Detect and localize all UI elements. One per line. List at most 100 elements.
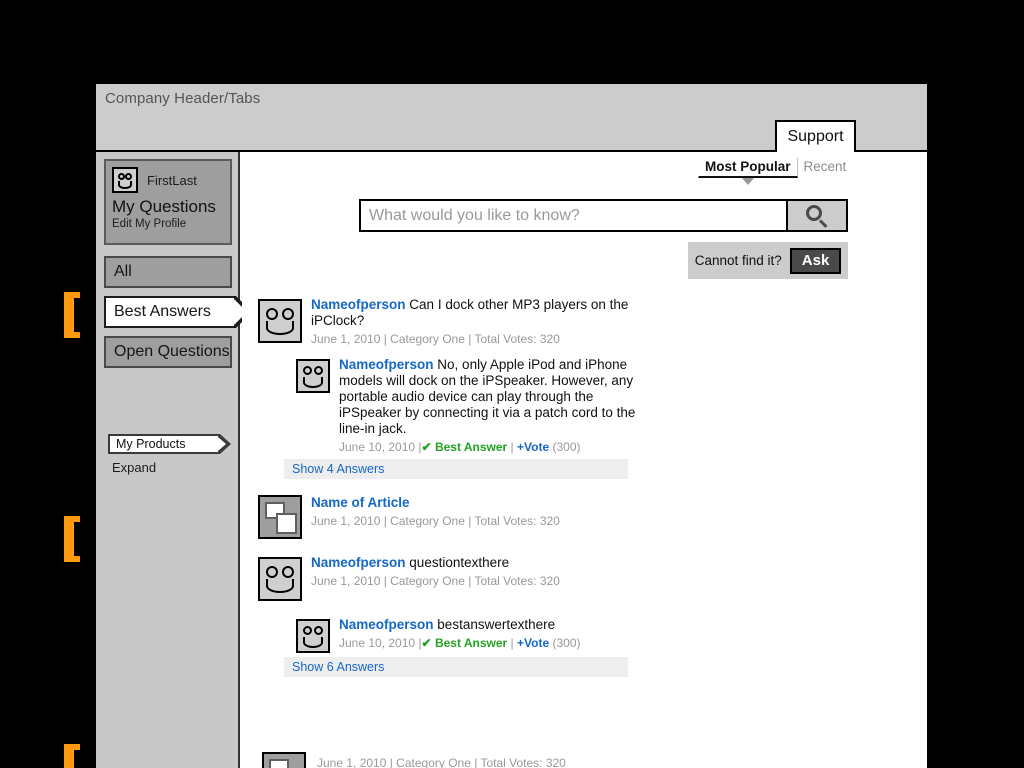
profile-header: FirstLast xyxy=(106,161,230,193)
tab-most-popular[interactable]: Most Popular xyxy=(698,158,798,185)
profile-card[interactable]: FirstLast My Questions Edit My Profile xyxy=(104,159,232,245)
profile-name: FirstLast xyxy=(147,172,197,188)
smiley-mouth-icon xyxy=(303,377,323,388)
smiley-eye-right-icon xyxy=(314,366,323,375)
sidebar-item-my-products[interactable]: My Products xyxy=(108,434,231,454)
search-input[interactable] xyxy=(359,199,788,232)
question-line: Nameofperson questiontexthere xyxy=(311,555,560,571)
next-page-sidebar xyxy=(96,748,240,768)
screen: Company Header/Tabs Support FirstLast My… xyxy=(0,0,1024,768)
answer-line: Nameofperson No, only Apple iPod and iPh… xyxy=(339,357,639,437)
question-feed: Nameofperson Can I dock other MP3 player… xyxy=(242,297,927,693)
search-button[interactable] xyxy=(788,199,848,232)
sidebar-expand-link[interactable]: Expand xyxy=(112,460,156,475)
check-icon: ✔ xyxy=(421,636,432,650)
meta-separator-2: | xyxy=(510,440,514,454)
company-header: Company Header/Tabs Support xyxy=(96,84,927,153)
annotation-bracket-left-bottom xyxy=(64,744,80,768)
ask-bar: Cannot find it? Ask xyxy=(688,242,848,279)
ask-prompt: Cannot find it? xyxy=(694,253,782,268)
article-body: Name of Article June 1, 2010 | Category … xyxy=(311,495,560,539)
document-pages-icon xyxy=(258,495,302,539)
sidebar-item-all[interactable]: All xyxy=(104,256,232,288)
next-page-inner: June 1, 2010 | Category One | Total Vote… xyxy=(96,748,927,768)
article-meta: June 1, 2010 | Category One | Total Vote… xyxy=(311,514,560,528)
page-body: FirstLast My Questions Edit My Profile A… xyxy=(96,152,927,748)
search-row xyxy=(359,199,848,232)
feed-item-question[interactable]: Nameofperson Can I dock other MP3 player… xyxy=(242,297,927,347)
smiley-mouth-icon xyxy=(303,637,323,648)
question-line: Nameofperson Can I dock other MP3 player… xyxy=(311,297,641,329)
smiley-face-icon xyxy=(296,619,330,653)
smiley-eye-left-icon xyxy=(303,366,312,375)
edit-my-profile-link[interactable]: Edit My Profile xyxy=(106,217,230,230)
question-author[interactable]: Nameofperson xyxy=(311,555,406,570)
question-meta: June 1, 2010 | Category One | Total Vote… xyxy=(311,332,560,346)
answer-body: Nameofperson No, only Apple iPod and iPh… xyxy=(339,357,639,455)
annotation-bracket-left-nav xyxy=(64,292,80,338)
smiley-face-icon xyxy=(258,557,302,601)
best-answer-label: Best Answer xyxy=(434,636,508,650)
meta-separator-2: | xyxy=(510,636,514,650)
search-icon-ring xyxy=(806,204,822,221)
question-text: questiontexthere xyxy=(409,555,510,570)
tab-recent[interactable]: Recent xyxy=(798,158,853,176)
feed-item-body: Nameofperson Can I dock other MP3 player… xyxy=(311,297,641,347)
next-page-article-meta: June 1, 2010 | Category One | Total Vote… xyxy=(317,756,566,768)
best-answer-label: Best Answer xyxy=(434,440,508,454)
smiley-face-icon xyxy=(296,359,330,393)
vote-count: (300) xyxy=(552,636,581,650)
smiley-eye-left-icon xyxy=(118,173,125,180)
feed-item-question[interactable]: Nameofperson questiontexthere June 1, 20… xyxy=(242,555,927,601)
search-icon-handle xyxy=(818,218,828,228)
answer-meta: June 10, 2010 |✔ Best Answer | +Vote (30… xyxy=(339,440,639,455)
answer-text: bestanswertexthere xyxy=(437,617,556,632)
feed-item-answer[interactable]: Nameofperson No, only Apple iPod and iPh… xyxy=(242,357,927,455)
article-title-line: Name of Article xyxy=(311,495,560,511)
answer-body: Nameofperson bestanswertexthere June 10,… xyxy=(339,617,581,653)
document-pages-icon xyxy=(262,752,306,768)
annotation-bracket-left-products xyxy=(64,516,80,562)
smiley-eye-left-icon xyxy=(303,626,312,635)
show-answers-link[interactable]: Show 6 Answers xyxy=(284,657,628,677)
ask-button[interactable]: Ask xyxy=(789,247,842,274)
document-page-front-icon xyxy=(276,513,297,534)
answer-date: June 10, 2010 xyxy=(339,636,416,650)
feed-item-article[interactable]: Name of Article June 1, 2010 | Category … xyxy=(242,495,927,539)
sidebar-item-best-answers[interactable]: Best Answers xyxy=(104,296,252,328)
smiley-face-icon xyxy=(258,299,302,343)
smiley-eye-left-icon xyxy=(266,308,278,320)
answer-author[interactable]: Nameofperson xyxy=(339,357,434,372)
smiley-face-icon xyxy=(112,167,138,193)
answer-line: Nameofperson bestanswertexthere xyxy=(339,617,581,633)
smiley-eye-right-icon xyxy=(125,173,132,180)
sidebar: FirstLast My Questions Edit My Profile A… xyxy=(96,152,252,748)
question-meta: June 1, 2010 | Category One | Total Vote… xyxy=(311,574,560,588)
content-area: Most Popular Recent Cannot find it? Ask xyxy=(242,152,927,748)
article-title[interactable]: Name of Article xyxy=(311,495,410,510)
smiley-mouth-icon xyxy=(266,321,294,335)
document-page-back-icon xyxy=(269,759,289,768)
smiley-eye-right-icon xyxy=(314,626,323,635)
question-author[interactable]: Nameofperson xyxy=(311,297,406,312)
app-page: Company Header/Tabs Support FirstLast My… xyxy=(96,84,927,748)
smiley-mouth-icon xyxy=(266,579,294,593)
vote-count: (300) xyxy=(552,440,581,454)
tab-support[interactable]: Support xyxy=(775,120,856,153)
answer-author[interactable]: Nameofperson xyxy=(339,617,434,632)
smiley-eye-left-icon xyxy=(266,566,278,578)
sort-tabs: Most Popular Recent xyxy=(698,158,853,185)
show-answers-link[interactable]: Show 4 Answers xyxy=(284,459,628,479)
sidebar-item-open-questions[interactable]: Open Questions xyxy=(104,336,232,368)
vote-link[interactable]: +Vote xyxy=(517,440,549,454)
answer-meta: June 10, 2010 |✔ Best Answer | +Vote (30… xyxy=(339,636,581,651)
check-icon: ✔ xyxy=(421,440,432,454)
next-page-fragment: June 1, 2010 | Category One | Total Vote… xyxy=(96,748,927,768)
smiley-eye-right-icon xyxy=(282,566,294,578)
feed-item-answer[interactable]: Nameofperson bestanswertexthere June 10,… xyxy=(242,617,927,653)
feed-item-body: Nameofperson questiontexthere June 1, 20… xyxy=(311,555,560,601)
vote-link[interactable]: +Vote xyxy=(517,636,549,650)
my-questions-link[interactable]: My Questions xyxy=(106,193,230,217)
company-title: Company Header/Tabs xyxy=(105,90,261,107)
search-icon xyxy=(806,204,828,228)
